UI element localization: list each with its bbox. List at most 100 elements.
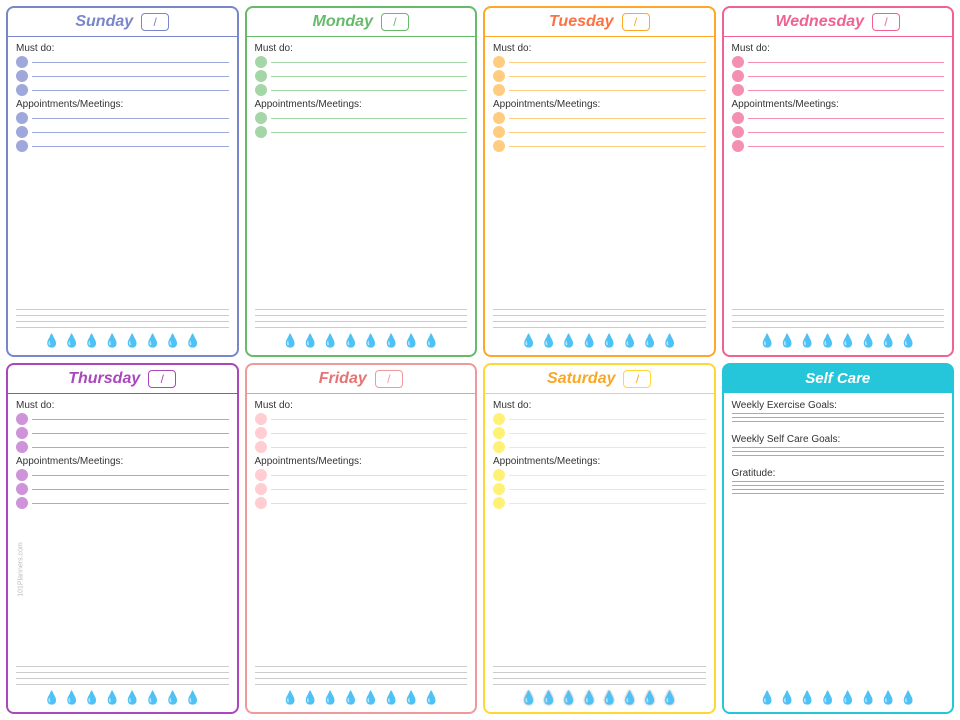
saturday-circle-3 <box>493 441 505 453</box>
monday-title: Monday <box>313 13 373 31</box>
sunday-circle-2 <box>16 70 28 82</box>
tuesday-appt-label: Appointments/Meetings: <box>485 97 714 111</box>
sunday-card: Sunday / Must do: Appointments/Meetings:… <box>6 6 239 357</box>
drop-5: 💧 <box>124 333 140 349</box>
monday-appt-circle-1 <box>255 112 267 124</box>
drop-4: 💧 <box>104 333 120 349</box>
monday-water-row: 💧 💧 💧 💧 💧 💧 💧 💧 <box>247 330 476 351</box>
sunday-line-2 <box>32 76 229 77</box>
wednesday-notes <box>724 153 953 330</box>
friday-appt-label: Appointments/Meetings: <box>247 454 476 468</box>
monday-must-do-label: Must do: <box>247 41 476 55</box>
saturday-appt-label: Appointments/Meetings: <box>485 454 714 468</box>
friday-appt-circle-1 <box>255 469 267 481</box>
thursday-appt-circle-3 <box>16 497 28 509</box>
sunday-bullet-2 <box>8 69 237 83</box>
drop-2: 💧 <box>64 333 80 349</box>
thursday-water-row: 💧 💧 💧 💧 💧 💧 💧 💧 <box>8 687 237 708</box>
sunday-appt-circle-1 <box>16 112 28 124</box>
saturday-circle-1 <box>493 413 505 425</box>
friday-card: Friday / Must do: Appointments/Meetings:… <box>245 363 478 714</box>
saturday-date-box[interactable]: / <box>623 370 651 388</box>
sunday-appt-1 <box>8 111 237 125</box>
tuesday-appt-circle-3 <box>493 140 505 152</box>
friday-notes <box>247 510 476 687</box>
thursday-appt-circle-1 <box>16 469 28 481</box>
thursday-circle-1 <box>16 413 28 425</box>
tuesday-appt-circle-1 <box>493 112 505 124</box>
wednesday-appt-circle-3 <box>732 140 744 152</box>
friday-must-do-label: Must do: <box>247 398 476 412</box>
monday-card: Monday / Must do: Appointments/Meetings:… <box>245 6 478 357</box>
saturday-notes <box>485 510 714 687</box>
tuesday-date-box[interactable]: / <box>622 13 650 31</box>
friday-title: Friday <box>319 370 367 388</box>
sunday-circle-3 <box>16 84 28 96</box>
thursday-card: 101Planners.com Thursday / Must do: Appo… <box>6 363 239 714</box>
saturday-water-row: 💧 💧 💧 💧 💧 💧 💧 💧 <box>485 687 714 708</box>
saturday-header: Saturday / <box>485 365 714 394</box>
monday-notes <box>247 139 476 330</box>
wednesday-circle-1 <box>732 56 744 68</box>
sunday-bullet-1 <box>8 55 237 69</box>
friday-circle-2 <box>255 427 267 439</box>
sunday-date-box[interactable]: / <box>141 13 169 31</box>
wednesday-must-do-label: Must do: <box>724 41 953 55</box>
monday-circle-2 <box>255 70 267 82</box>
self-care-header: Self Care <box>724 365 953 393</box>
drop-1: 💧 <box>44 333 60 349</box>
exercise-section: Weekly Exercise Goals: <box>724 397 953 431</box>
saturday-circle-2 <box>493 427 505 439</box>
wednesday-circle-2 <box>732 70 744 82</box>
sunday-appt-3 <box>8 139 237 153</box>
tuesday-notes <box>485 153 714 330</box>
friday-appt-circle-2 <box>255 483 267 495</box>
sunday-title: Sunday <box>75 13 133 31</box>
wednesday-circle-3 <box>732 84 744 96</box>
sunday-header: Sunday / <box>8 8 237 37</box>
sunday-appt-line-2 <box>32 132 229 133</box>
monday-date-box[interactable]: / <box>381 13 409 31</box>
wednesday-appt-circle-1 <box>732 112 744 124</box>
saturday-appt-circle-2 <box>493 483 505 495</box>
wednesday-appt-label: Appointments/Meetings: <box>724 97 953 111</box>
thursday-title: Thursday <box>68 370 140 388</box>
friday-date-box[interactable]: / <box>375 370 403 388</box>
self-care-goals-section: Weekly Self Care Goals: <box>724 431 953 465</box>
gratitude-section: Gratitude: <box>724 465 953 687</box>
planner-grid: Sunday / Must do: Appointments/Meetings:… <box>0 0 960 720</box>
wednesday-header: Wednesday / <box>724 8 953 37</box>
watermark: 101Planners.com <box>18 542 25 596</box>
sunday-line-3 <box>32 90 229 91</box>
sunday-water-row: 💧 💧 💧 💧 💧 💧 💧 💧 <box>8 330 237 351</box>
drop-7: 💧 <box>165 333 181 349</box>
self-care-title: Self Care <box>805 370 870 387</box>
sunday-bullet-3 <box>8 83 237 97</box>
thursday-date-box[interactable]: / <box>148 370 176 388</box>
saturday-must-do-label: Must do: <box>485 398 714 412</box>
self-care-card: Self Care Weekly Exercise Goals: Weekly … <box>722 363 955 714</box>
thursday-header: Thursday / <box>8 365 237 394</box>
sunday-line-1 <box>32 62 229 63</box>
tuesday-circle-2 <box>493 70 505 82</box>
tuesday-card: Tuesday / Must do: Appointments/Meetings… <box>483 6 716 357</box>
friday-water-row: 💧 💧 💧 💧 💧 💧 💧 💧 <box>247 687 476 708</box>
wednesday-title: Wednesday <box>775 13 864 31</box>
drop-8: 💧 <box>185 333 201 349</box>
saturday-card: Saturday / Must do: Appointments/Meeting… <box>483 363 716 714</box>
wednesday-card: Wednesday / Must do: Appointments/Meetin… <box>722 6 955 357</box>
sunday-appt-line-1 <box>32 118 229 119</box>
drop-3: 💧 <box>84 333 100 349</box>
tuesday-water-row: 💧 💧 💧 💧 💧 💧 💧 💧 <box>485 330 714 351</box>
sunday-must-do-label: Must do: <box>8 41 237 55</box>
friday-circle-1 <box>255 413 267 425</box>
self-care-goals-label: Weekly Self Care Goals: <box>732 434 945 445</box>
wednesday-date-box[interactable]: / <box>872 13 900 31</box>
friday-circle-3 <box>255 441 267 453</box>
sunday-notes <box>8 153 237 330</box>
sunday-appt-line-3 <box>32 146 229 147</box>
thursday-circle-2 <box>16 427 28 439</box>
tuesday-title: Tuesday <box>549 13 614 31</box>
monday-circle-3 <box>255 84 267 96</box>
thursday-appt-circle-2 <box>16 483 28 495</box>
